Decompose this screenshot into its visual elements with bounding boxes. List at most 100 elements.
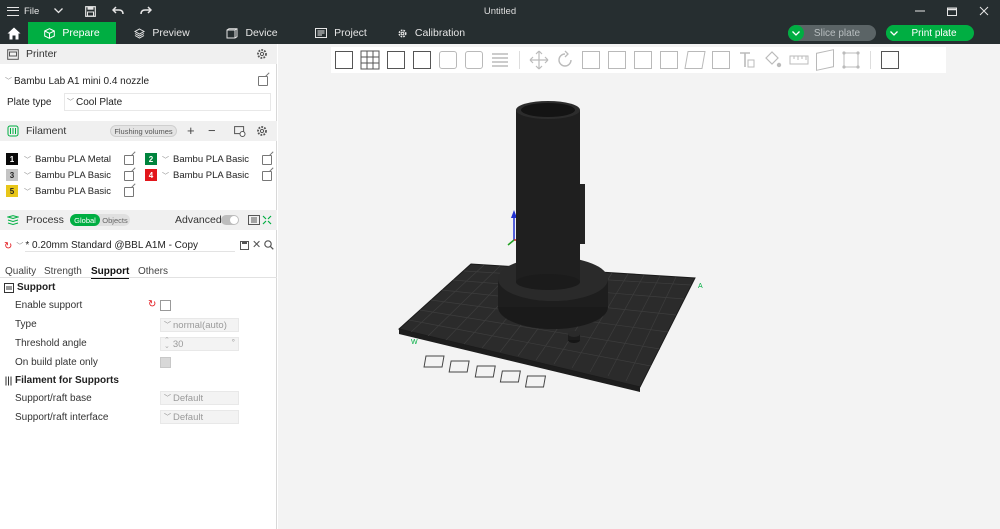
tab-preview-label: Preview xyxy=(152,27,190,39)
chevron-down-icon[interactable] xyxy=(51,0,65,22)
advanced-toggle-knob xyxy=(230,216,238,224)
support-group-title: Support xyxy=(17,282,56,293)
filament-edit-icon[interactable] xyxy=(124,155,134,165)
tab-project[interactable]: Project xyxy=(296,22,386,44)
advanced-toggle[interactable] xyxy=(221,215,239,225)
filament-swatch[interactable]: 1 xyxy=(6,153,18,165)
support-group-header: Support xyxy=(4,282,55,293)
tab-prepare-label: Prepare xyxy=(62,27,100,39)
filament-name: Bambu PLA Basic xyxy=(35,170,112,181)
support-interface-chevron-icon: ﹀ xyxy=(164,414,171,421)
support-base-select[interactable]: ﹀ Default xyxy=(160,391,239,405)
print-dropdown-chevron-icon[interactable] xyxy=(886,25,902,41)
support-base-label: Support/raft base xyxy=(15,393,92,404)
subtab-quality[interactable]: Quality xyxy=(5,266,36,277)
process-list-icon[interactable] xyxy=(248,215,260,228)
slice-dropdown-chevron-icon[interactable] xyxy=(788,25,804,41)
save-icon[interactable] xyxy=(81,0,99,22)
tab-device-label: Device xyxy=(245,27,278,39)
filament-chevron-icon: ﹀ xyxy=(24,189,31,196)
slice-plate-button[interactable]: Slice plate xyxy=(788,25,876,41)
tab-preview[interactable]: Preview xyxy=(116,22,208,44)
printer-select[interactable]: ﹀ Bambu Lab A1 mini 0.4 nozzle xyxy=(0,73,277,89)
close-button[interactable] xyxy=(968,0,1000,22)
filament-edit-icon[interactable] xyxy=(262,171,272,181)
filament-edit-icon[interactable] xyxy=(124,187,134,197)
filament-swatch[interactable]: 4 xyxy=(145,169,157,181)
filament-name: Bambu PLA Basic xyxy=(173,154,250,165)
calibration-gear-icon xyxy=(398,28,407,38)
support-type-chevron-icon: ﹀ xyxy=(164,322,171,329)
printer-section-icon xyxy=(6,47,20,61)
threshold-angle-value: 30 xyxy=(172,338,184,350)
filament-swatch[interactable]: 2 xyxy=(145,153,157,165)
enable-support-checkbox[interactable] xyxy=(160,300,171,311)
undo-icon[interactable] xyxy=(109,0,127,22)
home-icon[interactable] xyxy=(0,22,28,44)
flushing-volumes-button[interactable]: Flushing volumes xyxy=(110,125,177,137)
support-type-value: normal(auto) xyxy=(173,319,227,331)
objects-toggle-option[interactable]: Objects xyxy=(100,214,130,226)
subtab-strength[interactable]: Strength xyxy=(44,266,82,277)
svg-text:W: W xyxy=(411,339,418,346)
sync-filament-icon[interactable] xyxy=(234,126,246,140)
tab-bar: Prepare Preview Device Project Calibrati… xyxy=(0,22,1000,44)
printer-name: Bambu Lab A1 mini 0.4 nozzle xyxy=(14,75,150,87)
global-toggle-option[interactable]: Global xyxy=(70,214,100,226)
close-profile-icon[interactable]: ✕ xyxy=(252,238,261,251)
support-interface-label: Support/raft interface xyxy=(15,412,109,423)
print-plate-button[interactable]: Print plate xyxy=(886,25,974,41)
process-section-icon xyxy=(6,213,20,227)
print-plate-label: Print plate xyxy=(911,27,957,39)
process-profile-name[interactable]: * 0.20mm Standard @BBL A1M - Copy xyxy=(25,240,236,252)
layers-icon xyxy=(134,27,146,39)
filament-name: Bambu PLA Metal xyxy=(35,154,112,165)
support-base-value: Default xyxy=(173,392,204,404)
enable-support-label: Enable support xyxy=(15,300,83,311)
plate-type-label: Plate type xyxy=(7,96,52,108)
process-profile-row: ↻ ﹀ * 0.20mm Standard @BBL A1M - Copy ✕ xyxy=(0,238,277,254)
redo-icon[interactable] xyxy=(137,0,155,22)
maximize-button[interactable] xyxy=(936,0,968,22)
file-menu-button[interactable]: File xyxy=(0,0,39,22)
filament-edit-icon[interactable] xyxy=(262,155,272,165)
tab-calibration[interactable]: Calibration xyxy=(386,22,476,44)
tab-device[interactable]: Device xyxy=(208,22,296,44)
subtab-others[interactable]: Others xyxy=(138,266,168,277)
remove-filament-icon[interactable]: − xyxy=(208,123,216,138)
build-plate-only-checkbox[interactable] xyxy=(160,357,171,368)
file-menu-label: File xyxy=(24,5,40,17)
global-objects-toggle[interactable]: Global Objects xyxy=(70,214,130,226)
filament-chevron-icon: ﹀ xyxy=(162,173,169,180)
printer-settings-gear-icon[interactable] xyxy=(256,48,268,60)
reset-enable-support-icon[interactable]: ↻ xyxy=(148,299,156,310)
printer-edit-icon[interactable] xyxy=(258,76,268,86)
threshold-angle-label: Threshold angle xyxy=(15,338,87,349)
add-filament-icon[interactable]: + xyxy=(187,123,195,138)
filament-swatch[interactable]: 5 xyxy=(6,185,18,197)
reset-profile-icon[interactable]: ↻ xyxy=(4,241,12,252)
support-type-select[interactable]: ﹀ normal(auto) xyxy=(160,318,239,332)
minimize-button[interactable] xyxy=(904,0,936,22)
search-icon[interactable] xyxy=(264,240,274,253)
support-interface-select[interactable]: ﹀ Default xyxy=(160,410,239,424)
filament-swatch[interactable]: 3 xyxy=(6,169,18,181)
threshold-angle-input[interactable]: ⌃ ⌄ 30 ° xyxy=(160,337,239,351)
stepper-arrows-icon[interactable]: ⌃ ⌄ xyxy=(164,337,170,350)
process-section-header: Process Global Objects Advanced xyxy=(0,210,277,230)
3d-viewport[interactable]: A W xyxy=(278,44,1000,529)
build-plate-scene[interactable]: A W xyxy=(278,44,1000,529)
sidebar: Printer ﹀ Bambu Lab A1 mini 0.4 nozzle P… xyxy=(0,44,277,529)
filament-edit-icon[interactable] xyxy=(124,171,134,181)
filament-settings-gear-icon[interactable] xyxy=(256,125,268,137)
title-bar: File Untitled xyxy=(0,0,1000,22)
threshold-angle-unit: ° xyxy=(231,338,235,347)
filament-chevron-icon: ﹀ xyxy=(24,173,31,180)
save-profile-icon[interactable] xyxy=(240,241,249,253)
process-compare-icon[interactable] xyxy=(262,215,272,228)
printer-icon xyxy=(226,27,238,38)
advanced-label: Advanced xyxy=(175,214,222,226)
tab-prepare[interactable]: Prepare xyxy=(28,22,116,44)
filament-for-supports-header: Filament for Supports xyxy=(4,375,119,386)
filament-name: Bambu PLA Basic xyxy=(35,186,112,197)
